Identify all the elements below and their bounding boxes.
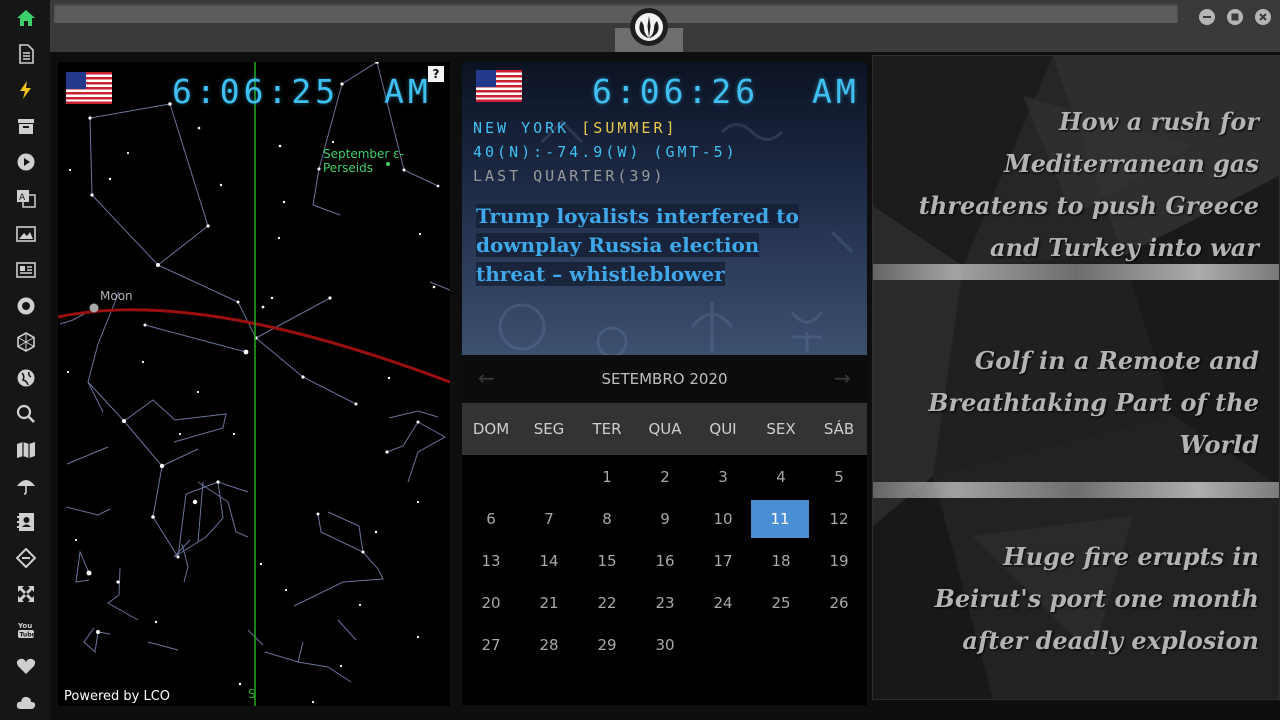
calendar-header: SETEMBRO 2020 <box>462 355 867 403</box>
us-flag-icon <box>476 70 522 102</box>
youtube-icon[interactable]: You Tube <box>13 617 39 643</box>
powered-by-link[interactable]: Powered by LCO <box>64 689 170 704</box>
weekday-label: TER <box>592 420 622 438</box>
calendar-day-selected[interactable]: 11 <box>751 500 809 538</box>
lightning-icon[interactable] <box>13 77 39 103</box>
calendar-day[interactable]: 27 <box>462 626 520 664</box>
globe-icon[interactable] <box>13 365 39 391</box>
cloud-icon[interactable] <box>13 689 39 715</box>
calendar-day[interactable]: 17 <box>694 542 752 580</box>
city-name: NEW YORK <box>473 119 570 137</box>
expand-icon[interactable] <box>13 581 39 607</box>
rebel-emblem-icon[interactable] <box>13 293 39 319</box>
calendar-day[interactable]: 5 <box>810 458 868 496</box>
moon-phase-label: LAST QUARTER(39) <box>473 167 666 185</box>
umbrella-icon[interactable] <box>13 473 39 499</box>
sky-map-panel[interactable]: 6:06:25 AM ? September ε-Perseids Moon S… <box>58 62 450 706</box>
calendar-day[interactable]: 30 <box>636 626 694 664</box>
calendar-day[interactable]: 25 <box>752 584 810 622</box>
news-headline[interactable]: How a rush for Mediterranean gas threate… <box>889 101 1259 269</box>
calendar-day[interactable]: 12 <box>810 500 868 538</box>
weekday-label: SEX <box>766 420 796 438</box>
svg-text:You: You <box>17 622 32 630</box>
calendar-day[interactable]: 23 <box>636 584 694 622</box>
news-panel: How a rush for Mediterranean gas threate… <box>872 55 1280 700</box>
us-flag-icon <box>66 72 112 104</box>
news-headline[interactable]: Golf in a Remote and Breathtaking Part o… <box>879 340 1259 466</box>
weekday-label: SÁB <box>823 420 855 438</box>
calendar-day[interactable]: 22 <box>578 584 636 622</box>
calendar-day[interactable]: 6 <box>462 500 520 538</box>
calendar-day[interactable]: 9 <box>636 500 694 538</box>
close-button[interactable] <box>1255 9 1271 25</box>
calendar-day[interactable]: 28 <box>520 626 578 664</box>
calendar-month-title: SETEMBRO 2020 <box>601 370 728 388</box>
city-name-line: NEW YORK [SUMMER] <box>473 119 678 137</box>
city-coordinates: 40(N):-74.9(W) (GMT-5) <box>473 143 738 161</box>
svg-text:Tube: Tube <box>20 632 36 639</box>
sky-clock-time: 6:06:25 <box>172 72 340 111</box>
news-headline[interactable]: Huge fire erupts in Beirut's port one mo… <box>909 536 1259 662</box>
next-month-arrow-icon[interactable]: → <box>834 355 851 401</box>
calendar-day[interactable]: 13 <box>462 542 520 580</box>
calendar-day[interactable]: 21 <box>520 584 578 622</box>
divider-band <box>873 482 1279 498</box>
south-marker: S <box>248 687 256 701</box>
sidebar: A You Tube <box>0 0 50 720</box>
hexagon-icon[interactable] <box>13 329 39 355</box>
calendar-day[interactable]: 16 <box>636 542 694 580</box>
headline-link[interactable]: Trump loyalists interfered to downplay R… <box>476 202 816 289</box>
address-bar[interactable] <box>54 3 1178 23</box>
calendar-day[interactable]: 7 <box>520 500 578 538</box>
calendar-day[interactable]: 2 <box>636 458 694 496</box>
home-icon[interactable] <box>13 5 39 31</box>
calendar-day[interactable]: 24 <box>694 584 752 622</box>
newspaper-icon[interactable] <box>13 257 39 283</box>
document-icon[interactable] <box>13 41 39 67</box>
heart-icon[interactable] <box>13 653 39 679</box>
help-button[interactable]: ? <box>428 66 444 82</box>
maximize-button[interactable] <box>1227 9 1243 25</box>
contact-card-icon[interactable] <box>13 509 39 535</box>
city-clock-time: 6:06:26 <box>592 72 760 111</box>
calendar-day[interactable]: 4 <box>752 458 810 496</box>
calendar-day[interactable]: 18 <box>752 542 810 580</box>
minimize-button[interactable] <box>1199 9 1215 25</box>
prev-month-arrow-icon[interactable]: ← <box>478 355 495 401</box>
headline-text: Trump loyalists interfered to downplay R… <box>476 204 799 286</box>
translate-icon[interactable]: A <box>13 185 39 211</box>
weekday-label: DOM <box>472 420 510 438</box>
meteor-shower-label: September ε-Perseids <box>323 147 404 175</box>
archive-icon[interactable] <box>13 113 39 139</box>
calendar-day[interactable]: 8 <box>578 500 636 538</box>
weekday-header-row: DOM SEG TER QUA QUI SEX SÁB <box>462 403 867 455</box>
title-bar <box>50 0 1280 52</box>
calendar-day[interactable]: 1 <box>578 458 636 496</box>
city-clock-ampm: AM <box>812 72 860 111</box>
calendar: SETEMBRO 2020 ← → DOM SEG TER QUA QUI SE… <box>462 355 867 705</box>
weekday-label: QUI <box>709 420 737 438</box>
calendar-day[interactable]: 14 <box>520 542 578 580</box>
calendar-day[interactable]: 15 <box>578 542 636 580</box>
tag-link-icon[interactable] <box>13 545 39 571</box>
search-icon[interactable] <box>13 401 39 427</box>
play-icon[interactable] <box>13 149 39 175</box>
calendar-day[interactable]: 19 <box>810 542 868 580</box>
moon-label: Moon <box>100 289 133 303</box>
calendar-day[interactable]: 29 <box>578 626 636 664</box>
weekday-label: QUA <box>648 420 682 438</box>
rebel-alliance-logo-icon[interactable] <box>630 8 668 46</box>
calendar-day[interactable]: 26 <box>810 584 868 622</box>
image-icon[interactable] <box>13 221 39 247</box>
calendar-day[interactable]: 10 <box>694 500 752 538</box>
sky-clock-ampm: AM <box>384 72 432 111</box>
calendar-day[interactable]: 20 <box>462 584 520 622</box>
city-clock-panel: 6:06:26 AM NEW YORK [SUMMER] 40(N):-74.9… <box>462 62 867 355</box>
calendar-day[interactable]: 3 <box>694 458 752 496</box>
season-label: [SUMMER] <box>581 119 678 137</box>
map-icon[interactable] <box>13 437 39 463</box>
weekday-label: SEG <box>533 420 565 438</box>
svg-text:A: A <box>19 193 26 203</box>
